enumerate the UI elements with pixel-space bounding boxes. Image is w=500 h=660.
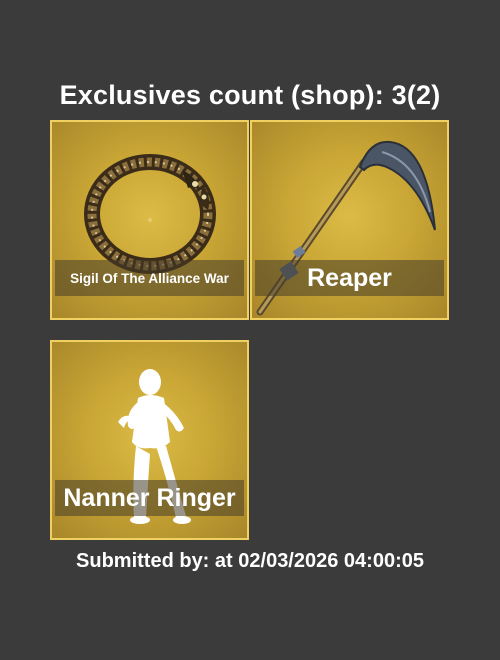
item-name-label: Reaper <box>255 260 444 296</box>
item-card-sigil[interactable]: Sigil Of The Alliance War <box>50 120 249 320</box>
submission-info: Submitted by: at 02/03/2026 04:00:05 <box>0 550 500 573</box>
item-name-label: Sigil Of The Alliance War <box>55 260 244 296</box>
item-name-label: Nanner Ringer <box>55 480 244 516</box>
item-card-nanner-ringer[interactable]: Nanner Ringer <box>50 340 249 540</box>
item-card-reaper[interactable]: Reaper <box>250 120 449 320</box>
page-title: Exclusives count (shop): 3(2) <box>59 80 441 110</box>
submitted-by-label: Submitted by: <box>76 550 210 572</box>
submission-timestamp: at 02/03/2026 04:00:05 <box>214 550 424 572</box>
